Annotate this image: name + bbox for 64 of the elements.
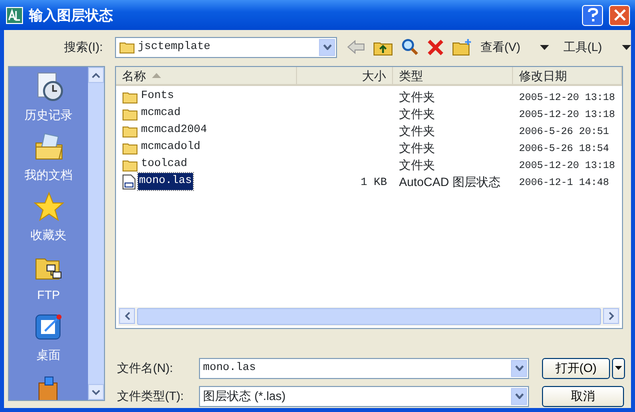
modified-date: 2005-12-20 13:18 — [519, 93, 616, 104]
folder-icon — [122, 140, 138, 154]
column-header[interactable]: 类型 — [393, 67, 513, 84]
chevron-left-icon[interactable] — [124, 312, 130, 320]
chevron-right-icon[interactable] — [608, 312, 614, 320]
chevron-down-icon — [322, 44, 332, 50]
sort-arrow-icon — [152, 73, 161, 78]
modified-date: 2006-12-1 14:48 — [519, 178, 610, 189]
open-button[interactable]: 打开(O) — [542, 358, 610, 378]
file-type-dropdown[interactable]: 图层状态 (*.las) — [199, 386, 529, 406]
open-dropdown-button[interactable] — [612, 358, 625, 378]
file-type: 文件夹 — [399, 140, 435, 154]
tools-menu[interactable]: 工具(L) — [563, 38, 602, 56]
star-icon[interactable] — [32, 191, 64, 223]
modified-date: 2005-12-20 13:18 — [519, 110, 616, 121]
file-name-field[interactable]: mono.las — [199, 358, 529, 378]
search-icon[interactable] — [401, 38, 420, 56]
column-header[interactable]: 名称 — [116, 67, 297, 84]
folder-icon — [118, 40, 135, 54]
file-icon — [122, 174, 136, 190]
column-header[interactable]: 修改日期 — [513, 67, 622, 84]
look-in-label: 搜索(I): — [64, 40, 103, 54]
file-type: 文件夹 — [399, 106, 435, 120]
file-name[interactable]: mcmcadold — [140, 139, 202, 156]
help-button[interactable] — [582, 4, 603, 26]
chevron-down-icon — [514, 365, 524, 371]
look-in-dropdown[interactable]: jsctemplate — [114, 36, 338, 58]
new-folder-icon[interactable] — [452, 38, 472, 56]
file-name[interactable]: Fonts — [140, 88, 176, 105]
file-type-label: 文件类型(T): — [117, 389, 184, 403]
file-type: 文件夹 — [399, 90, 435, 104]
file-name[interactable]: mcmcad2004 — [140, 122, 208, 139]
modified-date: 2006-5-26 18:54 — [519, 144, 610, 155]
file-type: 文件夹 — [399, 158, 435, 172]
folder-icon — [122, 106, 138, 120]
dropdown-arrow-icon[interactable] — [622, 44, 631, 50]
view-menu[interactable]: 查看(V) — [480, 38, 520, 56]
modified-date: 2005-12-20 13:18 — [519, 161, 616, 172]
dropdown-arrow-icon[interactable] — [540, 44, 550, 50]
chevron-down-icon[interactable] — [92, 390, 100, 394]
file-name-label: 文件名(N): — [117, 361, 173, 375]
file-type: 文件夹 — [399, 124, 435, 138]
file-type: AutoCAD 图层状态 — [399, 174, 500, 188]
modified-date: 2006-5-26 20:51 — [519, 127, 610, 138]
horizontal-scrollbar[interactable] — [118, 307, 620, 326]
file-name[interactable]: toolcad — [140, 156, 188, 173]
file-size: 1 KB — [360, 176, 387, 189]
question-mark-icon — [586, 8, 598, 22]
chevron-down-icon — [514, 393, 524, 399]
delete-icon[interactable] — [427, 38, 444, 56]
cancel-button[interactable]: 取消 — [542, 386, 624, 406]
window-title: 输入图层状态 — [29, 6, 114, 24]
column-header[interactable]: 大小 — [297, 67, 393, 84]
file-name[interactable]: mono.las — [138, 173, 193, 190]
vertical-scrollbar[interactable] — [88, 67, 104, 400]
dropdown-arrow-icon — [615, 366, 622, 370]
close-button[interactable] — [609, 4, 630, 26]
app-icon — [6, 6, 23, 24]
close-icon — [614, 9, 626, 21]
folder-icon — [122, 158, 138, 172]
folder-icon — [122, 124, 138, 138]
folder-icon — [122, 90, 138, 104]
chevron-up-icon[interactable] — [92, 72, 100, 78]
file-name[interactable]: mcmcad — [140, 105, 182, 122]
